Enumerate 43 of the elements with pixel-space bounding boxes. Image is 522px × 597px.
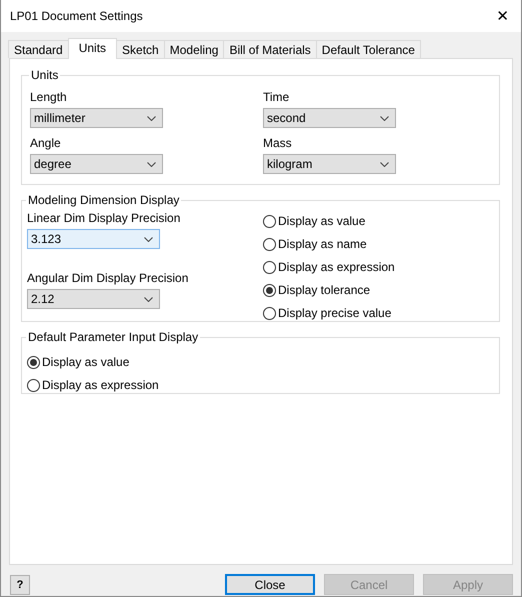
- group-title: Default Parameter Input Display: [27, 330, 200, 344]
- radio-button[interactable]: [263, 214, 276, 228]
- chevron-down-icon: [144, 236, 153, 242]
- radio-button[interactable]: [263, 284, 276, 296]
- dropdown[interactable]: second: [263, 108, 396, 128]
- radio-button[interactable]: [263, 260, 276, 274]
- help-button[interactable]: ?: [10, 574, 30, 594]
- dropdown[interactable]: degree: [30, 154, 163, 174]
- radio-label: Display tolerance: [278, 283, 370, 297]
- radio-label: Display as name: [278, 237, 367, 251]
- dropdown[interactable]: kilogram: [263, 154, 396, 174]
- radio-button[interactable]: [27, 356, 40, 368]
- tab[interactable]: Units: [68, 38, 118, 59]
- radio-label: Display as value: [278, 214, 366, 228]
- chevron-down-icon: [147, 162, 156, 166]
- field-label: Angle: [30, 136, 62, 150]
- dialog-button[interactable]: Close: [225, 574, 315, 595]
- radio-button[interactable]: [27, 378, 40, 392]
- chevron-down-icon: [380, 116, 389, 120]
- field-label: Time: [263, 90, 290, 104]
- tab[interactable]: Default Tolerance: [316, 40, 421, 58]
- tab[interactable]: Standard: [8, 40, 69, 58]
- field-label: Length: [30, 90, 68, 104]
- radio-label: Display precise value: [278, 306, 392, 320]
- radio-button[interactable]: [263, 306, 276, 320]
- close-button[interactable]: ✕: [492, 7, 513, 25]
- chevron-down-icon: [144, 296, 153, 302]
- radio-label: Display as value: [42, 355, 130, 369]
- chevron-down-icon: [147, 116, 156, 120]
- radio-button[interactable]: [263, 238, 276, 250]
- field-label: Mass: [263, 136, 293, 150]
- window-title: LP01 Document Settings: [10, 9, 143, 23]
- dropdown[interactable]: millimeter: [30, 108, 163, 128]
- group-title: Modeling Dimension Display: [27, 193, 180, 207]
- tab[interactable]: Modeling: [164, 40, 224, 58]
- radio-label: Display as expression: [278, 260, 395, 274]
- group-title: Units: [30, 68, 60, 82]
- field-label: Angular Dim Display Precision: [27, 271, 190, 285]
- field-label: Linear Dim Display Precision: [27, 211, 182, 225]
- dropdown[interactable]: 2.12: [27, 289, 160, 309]
- dropdown[interactable]: 3.123: [27, 229, 160, 249]
- radio-label: Display as expression: [42, 378, 159, 392]
- chevron-down-icon: [380, 162, 389, 166]
